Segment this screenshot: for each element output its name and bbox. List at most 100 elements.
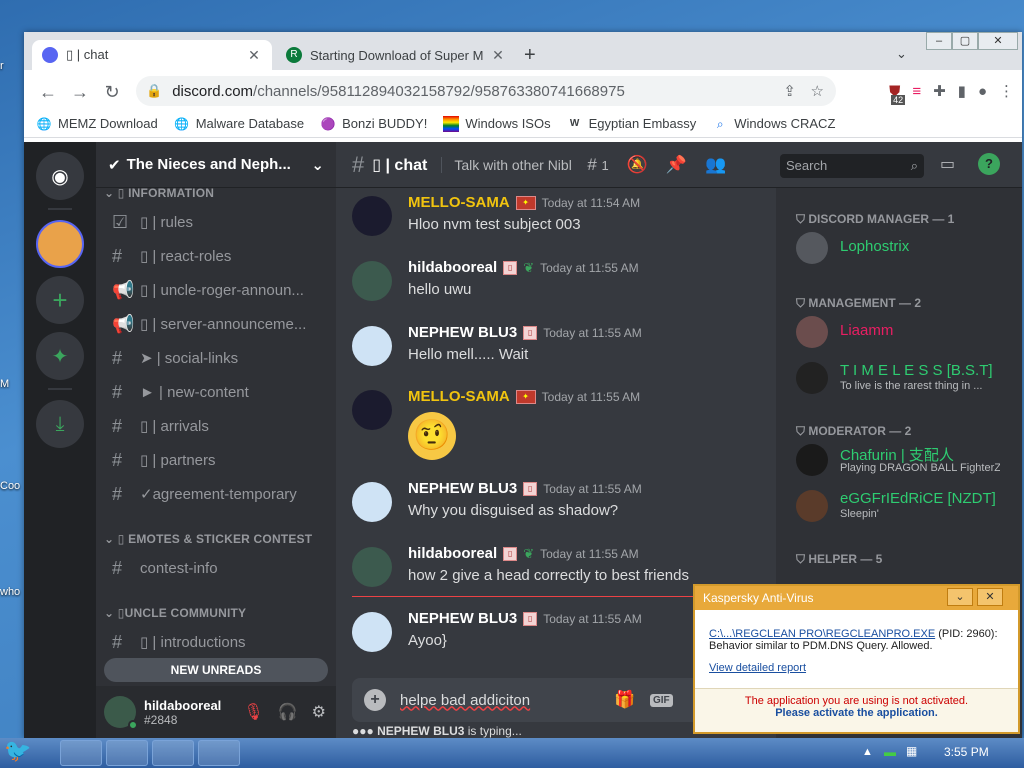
message-author[interactable]: NEPHEW BLU3 <box>408 480 517 497</box>
desktop-icon-label[interactable]: M <box>0 378 26 390</box>
chevron-down-icon[interactable]: ⌄ <box>947 588 973 606</box>
avatar[interactable] <box>352 612 392 652</box>
channel-item[interactable]: # ► | new-content <box>104 376 330 408</box>
channel-item[interactable]: # ▯ | partners <box>104 444 330 476</box>
category-uncle-community[interactable]: ⌄ ▯UNCLE COMMUNITY <box>104 606 246 620</box>
avatar[interactable] <box>352 326 392 366</box>
bookmark-item[interactable]: 🌐 Malware Database <box>174 116 304 132</box>
category-emotes[interactable]: ⌄ ▯ EMOTES & STICKER CONTEST <box>104 532 312 546</box>
tab-search-icon[interactable]: ⌄ <box>896 46 907 62</box>
minimize-button[interactable]: – <box>926 32 952 50</box>
avatar[interactable] <box>352 482 392 522</box>
star-icon[interactable]: ☆ <box>811 82 824 100</box>
clock[interactable]: 3:55 PM <box>944 745 989 759</box>
discord-home-icon[interactable]: ◉ <box>36 152 84 200</box>
member-item[interactable]: eGGFrIEdRiCE [NZDT] Sleepin' <box>796 486 1016 526</box>
new-unreads-button[interactable]: NEW UNREADS <box>104 658 328 682</box>
tab-chat[interactable]: ▯ | chat ✕ <box>32 40 272 70</box>
tab-download[interactable]: R Starting Download of Super M ✕ <box>276 40 516 70</box>
server-header[interactable]: ✔ The Nieces and Neph... ⌄ <box>96 142 336 188</box>
channel-item[interactable]: # ▯ | arrivals <box>104 410 330 442</box>
desktop-icon-label[interactable]: who <box>0 586 26 598</box>
battery-icon[interactable]: ▬ <box>884 745 896 759</box>
puzzle-icon[interactable]: ✚ <box>933 82 946 100</box>
file-path-link[interactable]: C:\...\REGCLEAN PRO\REGCLEANPRO.EXE <box>709 628 935 640</box>
address-bar[interactable]: 🔒 discord.com/channels/95811289403215879… <box>136 76 836 106</box>
inbox-icon[interactable]: ▭ <box>940 154 955 174</box>
avatar[interactable] <box>352 261 392 301</box>
server-avatar-icon[interactable] <box>36 220 84 268</box>
channel-item[interactable]: 📢 ▯ | server-announceme... <box>104 308 330 340</box>
members-icon[interactable]: 👥 <box>705 155 726 175</box>
avatar[interactable] <box>352 390 392 430</box>
message-author[interactable]: hildabooreal <box>408 259 497 276</box>
member-item[interactable]: Lophostrix <box>796 228 1016 268</box>
close-icon[interactable]: ✕ <box>977 588 1003 606</box>
message-author[interactable]: MELLO-SAMA <box>408 194 510 211</box>
headphones-icon[interactable]: 🎧 <box>278 702 298 722</box>
channel-item[interactable]: # ➤ | social-links <box>104 342 330 374</box>
member-item[interactable]: T I M E L E S S [B.S.T] To live is the ra… <box>796 358 1016 398</box>
threads-icon[interactable]: # 1 <box>587 155 608 175</box>
member-item[interactable]: Chafurin | 支配人 Playing DRAGON BALL Fighte… <box>796 440 1016 480</box>
new-tab-button[interactable]: + <box>524 44 536 67</box>
menu-icon[interactable]: ⋮ <box>999 82 1014 100</box>
bookmark-item[interactable]: 🌐 MEMZ Download <box>36 116 158 132</box>
bookmark-item[interactable]: Windows ISOs <box>443 115 551 132</box>
avatar[interactable] <box>352 547 392 587</box>
mute-mic-icon[interactable]: 🎙 <box>243 702 263 722</box>
channel-item[interactable]: # ✓agreement-temporary <box>104 478 330 510</box>
desktop-icon-label[interactable]: Coo <box>0 480 26 492</box>
desktop-icon-label[interactable]: r <box>0 60 26 72</box>
explore-compass-icon[interactable]: ✦ <box>36 332 84 380</box>
channel-topic[interactable]: Talk with other Nibl... <box>441 156 571 173</box>
add-server-icon[interactable]: + <box>36 276 84 324</box>
network-icon[interactable]: ▦ <box>906 744 917 758</box>
bookmark-item[interactable]: 🟣 Bonzi BUDDY! <box>320 116 428 132</box>
member-item[interactable]: Liaamm <box>796 312 1016 352</box>
channel-item[interactable]: # ▯ | react-roles <box>104 240 330 272</box>
avatar[interactable] <box>104 696 138 730</box>
app-taskbar-icon[interactable] <box>198 740 240 766</box>
back-icon[interactable]: ← <box>32 82 64 103</box>
view-report-link[interactable]: View detailed report <box>709 662 806 674</box>
ublock-icon[interactable]: ⛊ 42 <box>889 83 906 105</box>
avatar[interactable] <box>352 196 392 236</box>
search-input[interactable]: Search ⌕ <box>780 154 924 178</box>
profile-icon[interactable]: ● <box>978 83 987 100</box>
message-author[interactable]: MELLO-SAMA <box>408 388 510 405</box>
reload-icon[interactable]: ↻ <box>96 82 128 103</box>
share-icon[interactable]: ⇪ <box>783 82 796 100</box>
close-icon[interactable]: ✕ <box>246 47 262 64</box>
chrome-taskbar-icon[interactable] <box>106 740 148 766</box>
gear-icon[interactable]: ⚙ <box>312 702 326 722</box>
close-icon[interactable]: ✕ <box>490 47 506 64</box>
download-icon[interactable]: ⤓ <box>36 400 84 448</box>
explorer-taskbar-icon[interactable] <box>60 740 102 766</box>
add-attachment-icon[interactable]: + <box>364 689 386 711</box>
channel-item[interactable]: # ▯ | introductions <box>104 626 330 658</box>
gift-icon[interactable]: 🎁 <box>614 690 635 710</box>
category-information[interactable]: ⌄ ▯ INFORMATION <box>104 186 214 200</box>
flag-extension-icon[interactable]: ≡ <box>912 83 921 100</box>
channel-item[interactable]: 📢 ▯ | uncle-roger-announ... <box>104 274 330 306</box>
close-window-button[interactable]: ✕ <box>978 32 1018 50</box>
message-author[interactable]: hildabooreal <box>408 545 497 562</box>
sidepanel-icon[interactable]: ▮ <box>958 82 966 100</box>
message-author[interactable]: NEPHEW BLU3 <box>408 610 517 627</box>
app-taskbar-icon[interactable] <box>152 740 194 766</box>
channel-item[interactable]: ☑ ▯ | rules <box>104 206 330 238</box>
pin-icon[interactable]: 📌 <box>666 155 687 175</box>
start-button-icon[interactable]: 🐦 <box>4 738 44 768</box>
bookmark-item[interactable]: ⌕ Windows CRACZ <box>712 116 836 132</box>
message-author[interactable]: NEPHEW BLU3 <box>408 324 517 341</box>
maximize-button[interactable]: ▢ <box>952 32 978 50</box>
activate-link[interactable]: Please activate the application. <box>695 707 1018 719</box>
forward-icon[interactable]: → <box>64 82 96 103</box>
bookmark-item[interactable]: W Egyptian Embassy <box>567 116 696 132</box>
tray-arrow-icon[interactable]: ▲ <box>862 746 873 758</box>
help-icon[interactable]: ? <box>978 153 1000 175</box>
mute-notifications-icon[interactable]: 🔕 <box>627 155 648 175</box>
channel-item[interactable]: # contest-info <box>104 552 330 584</box>
gif-icon[interactable]: GIF <box>650 693 673 707</box>
